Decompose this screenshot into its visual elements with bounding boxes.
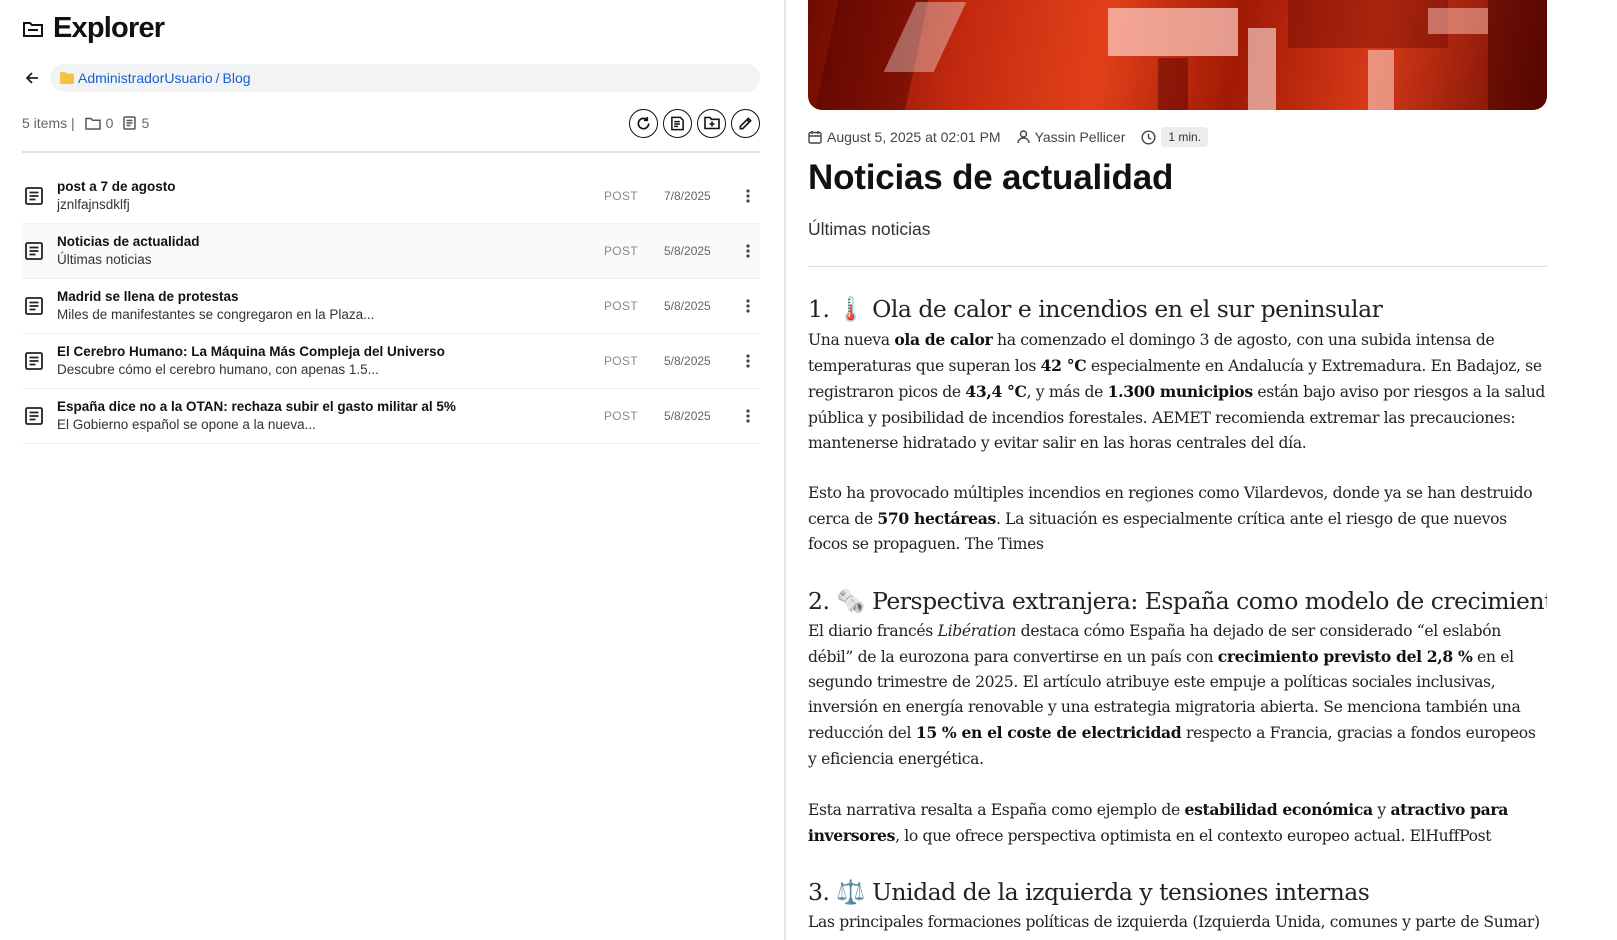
list-item-subtitle: Miles de manifestantes se congregaron en… bbox=[57, 307, 375, 322]
hero-image bbox=[808, 0, 1547, 110]
clock-icon bbox=[1141, 129, 1156, 145]
list-item-title: El Cerebro Humano: La Máquina Más Comple… bbox=[57, 344, 445, 359]
list-item-type: POST bbox=[604, 299, 638, 313]
list-item-title: España dice no a la OTAN: rechaza subir … bbox=[57, 399, 456, 414]
article-body: 1. 🌡️ Ola de calor e incendios en el sur… bbox=[808, 293, 1547, 935]
refresh-icon bbox=[637, 116, 650, 129]
paragraph: Una nueva ola de calor ha comenzado el d… bbox=[808, 330, 1546, 452]
stats-row: 5 items | 0 5 bbox=[22, 108, 760, 138]
list-item-text: Noticias de actualidad Últimas noticias bbox=[57, 233, 604, 269]
article-view: August 5, 2025 at 02:01 PM Yassin Pellic… bbox=[808, 0, 1547, 940]
list-item-date: 5/8/2025 bbox=[664, 409, 711, 423]
list-item-title: Madrid se llena de protestas bbox=[57, 289, 239, 304]
new-folder-icon bbox=[703, 116, 720, 130]
list-item[interactable]: Madrid se llena de protestas Miles de ma… bbox=[22, 279, 760, 334]
article-meta: August 5, 2025 at 02:01 PM Yassin Pellic… bbox=[808, 125, 1224, 149]
more-vertical-icon[interactable] bbox=[740, 296, 756, 316]
more-vertical-icon[interactable] bbox=[740, 406, 756, 426]
document-icon bbox=[24, 406, 48, 426]
folder-count: 0 bbox=[84, 115, 114, 131]
file-list: post a 7 de agosto jznlfajnsdklfj POST 7… bbox=[22, 169, 760, 444]
read-time: 1 min. bbox=[1141, 127, 1209, 147]
list-item[interactable]: post a 7 de agosto jznlfajnsdklfj POST 7… bbox=[22, 169, 760, 224]
read-time-badge: 1 min. bbox=[1161, 127, 1209, 147]
article-date-text: August 5, 2025 at 02:01 PM bbox=[827, 129, 1001, 145]
breadcrumb-row: AdministradorUsuario / Blog bbox=[22, 64, 760, 92]
list-item-text: Madrid se llena de protestas Miles de ma… bbox=[57, 288, 604, 324]
folder-open-icon bbox=[22, 18, 44, 40]
file-count: 5 bbox=[123, 115, 149, 131]
new-document-icon bbox=[671, 116, 684, 130]
section-heading: 1. 🌡️ Ola de calor e incendios en el sur… bbox=[808, 295, 1383, 323]
article-date: August 5, 2025 at 02:01 PM bbox=[808, 129, 1001, 145]
more-vertical-icon[interactable] bbox=[740, 186, 756, 206]
list-item-text: El Cerebro Humano: La Máquina Más Comple… bbox=[57, 343, 604, 379]
list-item-text: España dice no a la OTAN: rechaza subir … bbox=[57, 398, 604, 434]
document-icon bbox=[24, 186, 48, 206]
calendar-icon bbox=[808, 131, 822, 144]
breadcrumb-link-blog[interactable]: Blog bbox=[223, 70, 251, 86]
paragraph: Esta narrativa resalta a España como eje… bbox=[808, 799, 1509, 846]
list-item-subtitle: Últimas noticias bbox=[57, 252, 152, 267]
section-heading: 2. 🗞️ Perspectiva extranjera: España com… bbox=[808, 586, 1547, 615]
more-vertical-icon[interactable] bbox=[740, 241, 756, 261]
list-item-type: POST bbox=[604, 189, 638, 203]
explorer-header: Explorer bbox=[22, 12, 165, 45]
list-item-subtitle: Descubre cómo el cerebro humano, con ape… bbox=[57, 362, 379, 377]
breadcrumb-separator: / bbox=[215, 70, 220, 86]
new-folder-button[interactable] bbox=[697, 108, 726, 138]
folder-icon bbox=[60, 72, 74, 84]
breadcrumb-link-root[interactable]: AdministradorUsuario bbox=[78, 70, 213, 86]
list-item-date: 7/8/2025 bbox=[664, 189, 711, 203]
list-item-type: POST bbox=[604, 354, 638, 368]
folder-outline-icon bbox=[84, 117, 101, 130]
explorer-title: Explorer bbox=[53, 12, 165, 44]
list-item-title: post a 7 de agosto bbox=[57, 179, 176, 194]
divider bbox=[22, 151, 760, 153]
list-item-subtitle: jznlfajnsdklfj bbox=[57, 197, 130, 212]
items-count: 5 items | bbox=[22, 115, 75, 131]
paragraph: El diario francés Libération destaca cóm… bbox=[808, 621, 1536, 768]
document-icon bbox=[24, 351, 48, 371]
breadcrumb: AdministradorUsuario / Blog bbox=[50, 64, 760, 92]
paragraph: Esto ha provocado múltiples incendios en… bbox=[808, 484, 1533, 554]
back-arrow-icon[interactable] bbox=[22, 68, 42, 88]
article-author-text: Yassin Pellicer bbox=[1034, 129, 1126, 145]
article-title: Noticias de actualidad bbox=[808, 158, 1174, 197]
file-count-value: 5 bbox=[141, 115, 150, 131]
more-vertical-icon[interactable] bbox=[740, 351, 756, 371]
paragraph: Las principales formaciones políticas de… bbox=[808, 913, 1540, 932]
divider bbox=[808, 266, 1547, 267]
article-author: Yassin Pellicer bbox=[1016, 129, 1126, 145]
list-item[interactable]: España dice no a la OTAN: rechaza subir … bbox=[22, 389, 760, 444]
edit-button[interactable] bbox=[731, 108, 760, 138]
toolbar-actions bbox=[629, 108, 760, 138]
list-item-title: Noticias de actualidad bbox=[57, 234, 200, 249]
list-item[interactable]: El Cerebro Humano: La Máquina Más Comple… bbox=[22, 334, 760, 389]
refresh-button[interactable] bbox=[629, 108, 658, 138]
article-subtitle: Últimas noticias bbox=[808, 219, 931, 239]
list-item-subtitle: El Gobierno español se opone a la nueva.… bbox=[57, 417, 316, 432]
pane-divider[interactable] bbox=[784, 0, 786, 940]
document-icon bbox=[24, 241, 48, 261]
pencil-icon bbox=[739, 116, 752, 129]
user-icon bbox=[1016, 130, 1030, 144]
explorer-panel: Explorer AdministradorUsuario / Blog 5 i… bbox=[0, 0, 784, 940]
list-item-type: POST bbox=[604, 244, 638, 258]
folder-count-value: 0 bbox=[105, 115, 114, 131]
list-item-date: 5/8/2025 bbox=[664, 299, 711, 313]
list-item[interactable]: Noticias de actualidad Últimas noticias … bbox=[22, 224, 760, 279]
list-item-date: 5/8/2025 bbox=[664, 354, 711, 368]
document-icon bbox=[24, 296, 48, 316]
list-item-type: POST bbox=[604, 409, 638, 423]
document-icon bbox=[123, 116, 137, 130]
list-item-date: 5/8/2025 bbox=[664, 244, 711, 258]
section-heading: 3. ⚖️ Unidad de la izquierda y tensiones… bbox=[808, 878, 1370, 907]
new-post-button[interactable] bbox=[663, 108, 692, 138]
list-item-text: post a 7 de agosto jznlfajnsdklfj bbox=[57, 178, 604, 214]
